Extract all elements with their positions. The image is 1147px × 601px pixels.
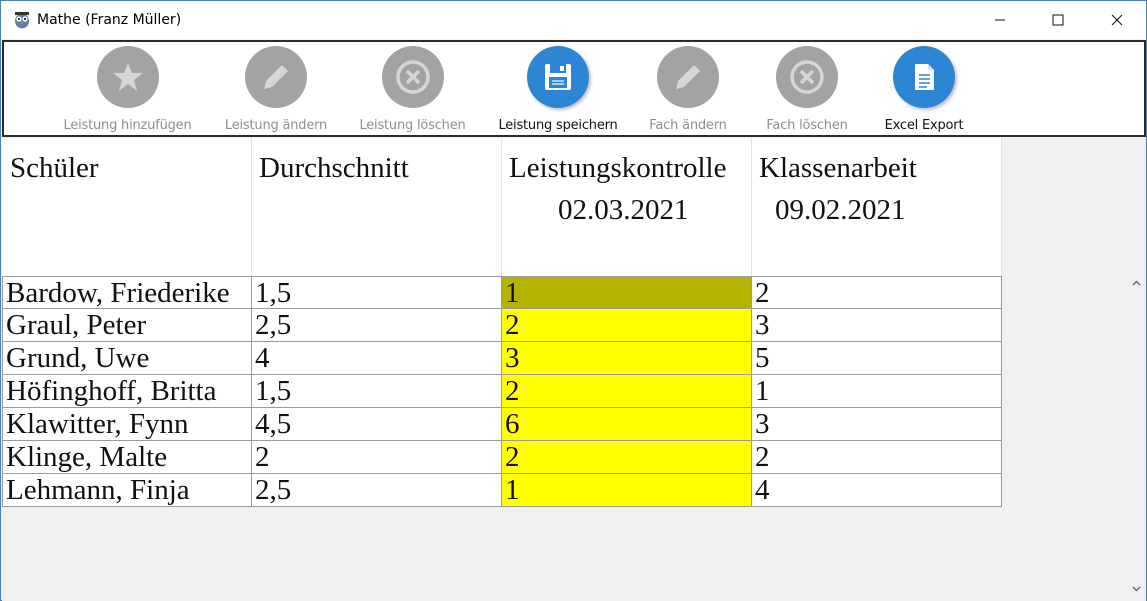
- delete-grade-button[interactable]: Leistung löschen: [359, 44, 466, 134]
- cell-leistungskontrolle[interactable]: 6: [502, 408, 752, 441]
- edit-subject-button[interactable]: Fach ändern: [642, 44, 734, 134]
- header-student[interactable]: Schüler: [2, 138, 252, 276]
- cell-student-name[interactable]: Höfinghoff, Britta: [2, 375, 252, 408]
- document-icon: [915, 64, 934, 90]
- cell-leistungskontrolle[interactable]: 1: [502, 474, 752, 507]
- toolbar: Leistung hinzufügen Leistung ändern Leis…: [2, 40, 1146, 137]
- cell-student-name[interactable]: Graul, Peter: [2, 309, 252, 342]
- cell-average[interactable]: 2,5: [252, 474, 502, 507]
- cancel-icon: [395, 60, 430, 94]
- add-grade-label: Leistung hinzufügen: [63, 118, 192, 133]
- header-ka-date: 09.02.2021: [775, 194, 906, 226]
- cell-student-name[interactable]: Bardow, Friederike: [2, 276, 252, 309]
- delete-subject-label: Fach löschen: [766, 118, 848, 133]
- pencil-icon: [676, 65, 700, 89]
- save-grade-button[interactable]: Leistung speichern: [498, 44, 618, 134]
- add-grade-button-circle: [96, 46, 159, 108]
- close-button[interactable]: [1088, 1, 1146, 39]
- cell-klassenarbeit[interactable]: 4: [752, 474, 1002, 507]
- excel-export-button[interactable]: Excel Export: [881, 44, 967, 134]
- header-average[interactable]: Durchschnitt: [252, 138, 502, 276]
- delete-subject-button[interactable]: Fach löschen: [761, 44, 853, 134]
- cell-klassenarbeit[interactable]: 2: [752, 276, 1002, 309]
- vertical-scrollbar[interactable]: [1127, 138, 1146, 601]
- cell-average[interactable]: 4: [252, 342, 502, 375]
- edit-grade-button[interactable]: Leistung ändern: [223, 44, 329, 134]
- cell-leistungskontrolle[interactable]: 2: [502, 375, 752, 408]
- save-grade-label: Leistung speichern: [498, 118, 618, 133]
- cell-average[interactable]: 1,5: [252, 276, 502, 309]
- excel-export-button-circle: [893, 46, 955, 108]
- cell-average[interactable]: 4,5: [252, 408, 502, 441]
- pencil-icon: [264, 65, 288, 89]
- header-ka-label: Klassenarbeit: [759, 152, 917, 184]
- save-grade-button-circle: [527, 46, 589, 108]
- maximize-button[interactable]: [1029, 1, 1087, 39]
- edit-subject-label: Fach ändern: [649, 118, 727, 133]
- title-bar: Mathe (Franz Müller): [1, 1, 1146, 39]
- scroll-down-icon[interactable]: [1131, 583, 1142, 594]
- cell-leistungskontrolle[interactable]: 1: [502, 276, 752, 309]
- cell-leistungskontrolle[interactable]: 2: [502, 309, 752, 342]
- app-window: Mathe (Franz Müller) Leistung hinzufügen: [0, 0, 1147, 601]
- cell-klassenarbeit[interactable]: 1: [752, 375, 1002, 408]
- window-title: Mathe (Franz Müller): [37, 12, 182, 28]
- cell-student-name[interactable]: Grund, Uwe: [2, 342, 252, 375]
- cell-average[interactable]: 2,5: [252, 309, 502, 342]
- close-icon: [1111, 14, 1123, 26]
- header-average-label: Durchschnitt: [259, 152, 409, 184]
- cell-leistungskontrolle[interactable]: 3: [502, 342, 752, 375]
- edit-grade-label: Leistung ändern: [224, 118, 328, 133]
- excel-export-label: Excel Export: [884, 118, 964, 133]
- minimize-icon: [995, 19, 1005, 21]
- edit-subject-button-circle: [657, 46, 719, 108]
- maximize-icon: [1052, 14, 1064, 26]
- star-icon: [112, 63, 143, 91]
- cell-average[interactable]: 1,5: [252, 375, 502, 408]
- header-leistungskontrolle[interactable]: Leistungskontrolle 02.03.2021: [502, 138, 752, 276]
- cell-student-name[interactable]: Klinge, Malte: [2, 441, 252, 474]
- cell-klassenarbeit[interactable]: 2: [752, 441, 1002, 474]
- cell-leistungskontrolle[interactable]: 2: [502, 441, 752, 474]
- scroll-up-icon[interactable]: [1131, 278, 1142, 289]
- add-grade-button[interactable]: Leistung hinzufügen: [63, 44, 192, 134]
- app-owl-icon: [15, 12, 29, 29]
- delete-subject-button-circle: [776, 46, 838, 108]
- delete-grade-button-circle: [381, 46, 444, 108]
- minimize-button[interactable]: [971, 1, 1029, 39]
- cell-student-name[interactable]: Klawitter, Fynn: [2, 408, 252, 441]
- header-lk-date: 02.03.2021: [558, 194, 689, 226]
- cell-student-name[interactable]: Lehmann, Finja: [2, 474, 252, 507]
- header-klassenarbeit[interactable]: Klassenarbeit 09.02.2021: [752, 138, 1002, 276]
- edit-grade-button-circle: [245, 46, 307, 108]
- cell-klassenarbeit[interactable]: 3: [752, 309, 1002, 342]
- delete-grade-label: Leistung löschen: [359, 118, 466, 133]
- cell-klassenarbeit[interactable]: 3: [752, 408, 1002, 441]
- save-icon: [545, 64, 571, 90]
- header-lk-label: Leistungskontrolle: [509, 152, 727, 184]
- cell-average[interactable]: 2: [252, 441, 502, 474]
- header-student-label: Schüler: [10, 152, 99, 184]
- cancel-icon: [790, 60, 824, 94]
- cell-klassenarbeit[interactable]: 5: [752, 342, 1002, 375]
- grades-table: Schüler Durchschnitt Leistungskontrolle …: [2, 138, 1127, 601]
